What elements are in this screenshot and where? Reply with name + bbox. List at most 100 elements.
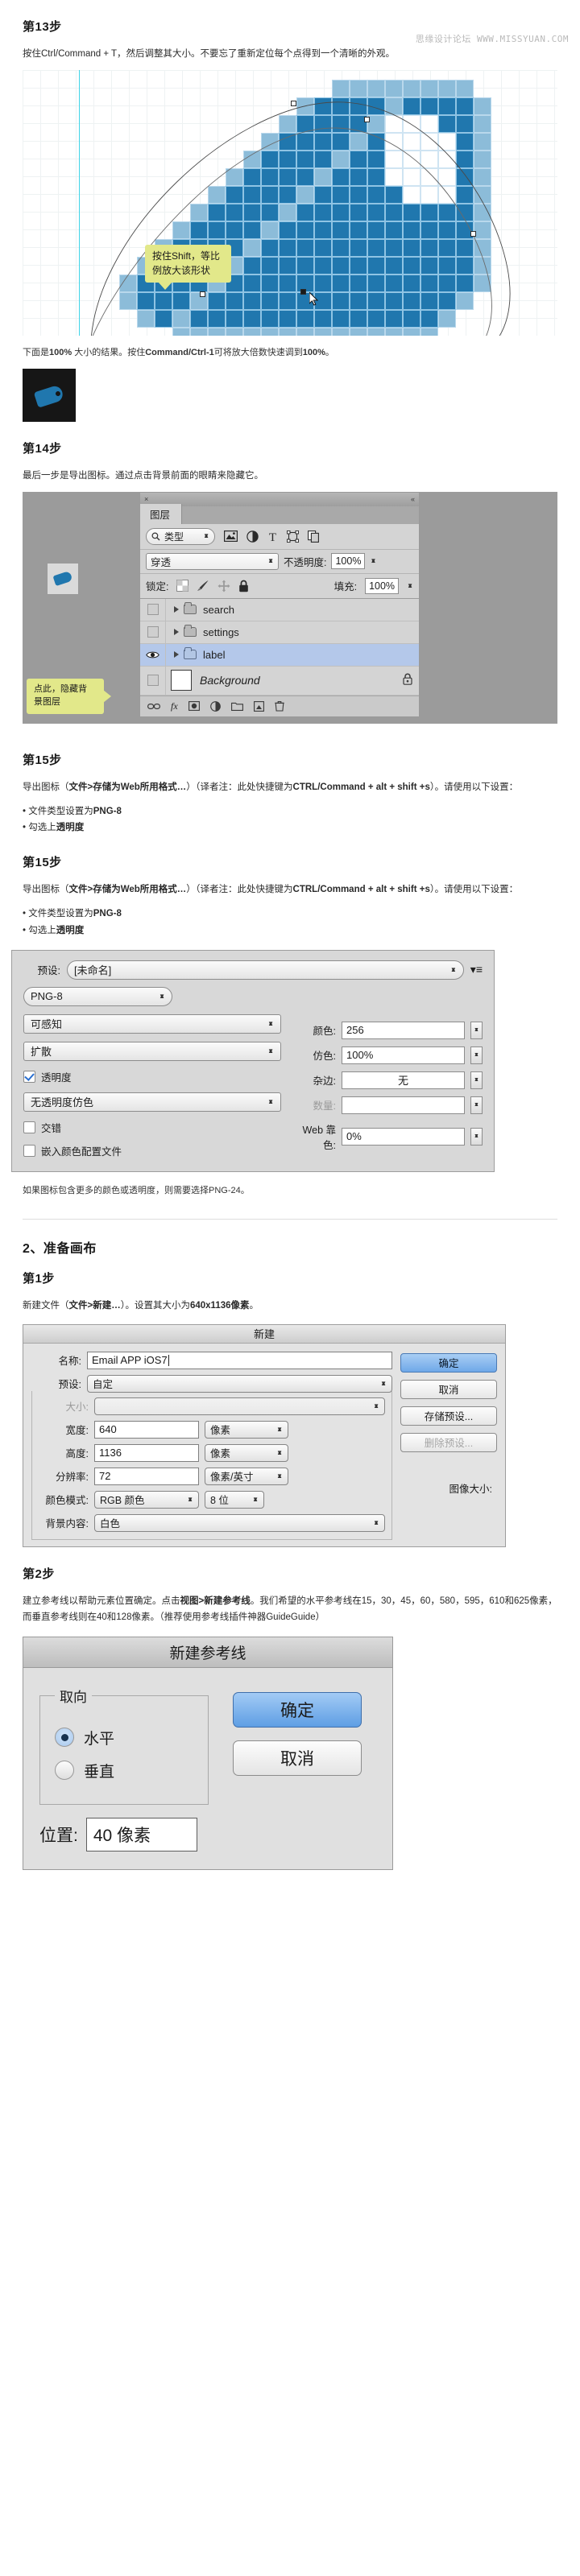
position-input[interactable]: 40 像素 bbox=[85, 1817, 197, 1852]
visibility-toggle-label[interactable] bbox=[140, 643, 166, 666]
preset-select[interactable]: [未命名] ▲ ▼ bbox=[67, 960, 464, 980]
resolution-input[interactable]: 72 bbox=[94, 1467, 199, 1485]
dither-stepper[interactable]: ▲ ▼ bbox=[470, 1046, 483, 1064]
visibility-toggle-background[interactable] bbox=[140, 666, 166, 695]
fill-input[interactable]: 100% bbox=[365, 577, 400, 594]
expand-arrow-icon[interactable] bbox=[174, 651, 179, 658]
resolution-unit-select[interactable]: 像素/英寸 ▲ ▼ bbox=[205, 1467, 288, 1485]
link-icon[interactable] bbox=[147, 702, 160, 711]
dither-input[interactable]: 100% bbox=[342, 1046, 465, 1064]
fx-icon[interactable]: fx bbox=[171, 700, 178, 712]
matte-input[interactable]: 无 bbox=[342, 1071, 465, 1089]
smartobject-icon[interactable] bbox=[308, 530, 320, 543]
color-reduction-select[interactable]: 可感知 ▲ ▼ bbox=[23, 1013, 281, 1034]
visibility-toggle-settings[interactable] bbox=[140, 621, 166, 643]
close-icon[interactable]: × bbox=[144, 495, 148, 503]
collapse-icon[interactable]: « bbox=[411, 495, 415, 503]
horizontal-radio[interactable] bbox=[55, 1728, 74, 1748]
move-lock-icon[interactable] bbox=[218, 580, 230, 592]
ok-button[interactable]: 确定 bbox=[400, 1352, 497, 1373]
transform-handle-right[interactable] bbox=[470, 231, 476, 237]
layer-row-settings[interactable]: settings bbox=[140, 621, 419, 644]
layer-row-label[interactable]: label bbox=[140, 643, 419, 667]
vertical-radio-row[interactable]: 垂直 bbox=[55, 1760, 193, 1781]
format-select[interactable]: PNG-8 ▲ ▼ bbox=[23, 986, 172, 1006]
colors-input[interactable]: 256 bbox=[342, 1021, 465, 1039]
name-input[interactable]: Email APP iOS7 bbox=[87, 1351, 392, 1369]
image-icon[interactable] bbox=[224, 530, 238, 543]
dither-algorithm-select[interactable]: 扩散 ▲ ▼ bbox=[23, 1041, 281, 1061]
bit-depth-select[interactable]: 8 位 ▲ ▼ bbox=[205, 1490, 264, 1509]
preset-select[interactable]: 自定 ▲ ▼ bbox=[87, 1374, 392, 1393]
type-icon[interactable]: T bbox=[267, 530, 278, 543]
web-snap-input[interactable]: 0% bbox=[342, 1127, 465, 1146]
tag-pixel bbox=[279, 221, 296, 240]
interlaced-checkbox-row[interactable]: 交错 bbox=[23, 1120, 281, 1135]
tag-pixel bbox=[172, 292, 190, 311]
tag-pixel bbox=[243, 328, 261, 336]
width-unit-value: 像素 bbox=[210, 1425, 231, 1436]
width-value: 640 bbox=[99, 1423, 117, 1435]
tag-pixel bbox=[456, 97, 474, 116]
tag-pixel bbox=[474, 204, 491, 222]
background-select[interactable]: 白色 ▲ ▼ bbox=[94, 1513, 385, 1532]
trash-icon[interactable] bbox=[274, 700, 284, 712]
layer-row-search[interactable]: search bbox=[140, 598, 419, 621]
transparency-dither-select[interactable]: 无透明度仿色 ▲ ▼ bbox=[23, 1092, 281, 1112]
height-input[interactable]: 1136 bbox=[94, 1443, 199, 1462]
new-layer-icon[interactable] bbox=[253, 700, 264, 712]
transform-handle-top[interactable] bbox=[291, 101, 296, 107]
tag-pixel bbox=[332, 292, 350, 311]
transparency-checkbox-row[interactable]: 透明度 bbox=[23, 1069, 281, 1084]
tag-pixel bbox=[456, 186, 474, 204]
tab-layers[interactable]: 图层 bbox=[140, 503, 183, 524]
width-input[interactable]: 640 bbox=[94, 1420, 199, 1439]
web-snap-stepper[interactable]: ▲ ▼ bbox=[470, 1127, 483, 1146]
visibility-toggle-search[interactable] bbox=[140, 598, 166, 621]
transform-handle-topright[interactable] bbox=[364, 117, 370, 123]
vertical-radio[interactable] bbox=[55, 1761, 74, 1781]
mouse-cursor-icon bbox=[309, 292, 319, 306]
height-unit-select[interactable]: 像素 ▲ ▼ bbox=[205, 1443, 288, 1462]
step-2-body: 建立参考线以帮助元素位置确定。点击视图>新建参考线。我们希望的水平参考线在15，… bbox=[23, 1596, 557, 1622]
tag-pixel bbox=[438, 204, 456, 222]
guide-cancel-button[interactable]: 取消 bbox=[233, 1740, 362, 1776]
horizontal-radio-row[interactable]: 水平 bbox=[55, 1727, 193, 1748]
brush-lock-icon[interactable] bbox=[197, 580, 209, 592]
height-label: 高度: bbox=[65, 1448, 89, 1459]
mask-icon[interactable] bbox=[188, 701, 200, 712]
transform-handle-bottom[interactable] bbox=[200, 291, 205, 298]
save-preset-button[interactable]: 存储预设... bbox=[400, 1406, 497, 1426]
group-icon[interactable] bbox=[230, 701, 243, 712]
opacity-input[interactable]: 100% bbox=[331, 553, 366, 570]
matte-stepper[interactable]: ▲ ▼ bbox=[470, 1071, 483, 1089]
transform-handle-active[interactable] bbox=[300, 289, 306, 295]
blend-mode-select[interactable]: 穿透 ▲ ▼ bbox=[146, 552, 279, 570]
guide-ok-button[interactable]: 确定 bbox=[233, 1691, 362, 1728]
width-unit-select[interactable]: 像素 ▲ ▼ bbox=[205, 1420, 288, 1439]
lock-row: 锁定: 填充: 100% ▲ ▼ bbox=[140, 572, 419, 598]
tag-pixel bbox=[243, 292, 261, 311]
embed-profile-checkbox[interactable] bbox=[23, 1144, 35, 1157]
adjustment-icon[interactable] bbox=[209, 701, 221, 712]
tag-pixel bbox=[350, 80, 367, 98]
embed-profile-checkbox-row[interactable]: 嵌入颜色配置文件 bbox=[23, 1143, 281, 1158]
color-mode-select[interactable]: RGB 颜色 ▲ ▼ bbox=[94, 1490, 199, 1509]
transparency-checkbox[interactable] bbox=[23, 1070, 35, 1083]
shape-icon[interactable] bbox=[287, 530, 299, 543]
interlaced-checkbox[interactable] bbox=[23, 1121, 35, 1133]
all-lock-icon[interactable] bbox=[238, 580, 249, 592]
layer-row-background[interactable]: Background bbox=[140, 666, 419, 696]
colors-value: 256 bbox=[346, 1024, 364, 1037]
adjustment-icon[interactable] bbox=[246, 530, 259, 543]
expand-arrow-icon[interactable] bbox=[174, 606, 179, 613]
colors-stepper[interactable]: ▲ ▼ bbox=[470, 1021, 483, 1039]
transparency-lock-icon[interactable] bbox=[176, 580, 189, 592]
filter-type-select[interactable]: 类型 ▲ ▼ bbox=[146, 527, 215, 545]
vertical-guide bbox=[79, 70, 80, 336]
cancel-button[interactable]: 取消 bbox=[400, 1379, 497, 1399]
tag-pixel bbox=[137, 292, 155, 311]
format-value: PNG-8 bbox=[31, 990, 63, 1003]
panel-menu-icon[interactable]: ▾≡ bbox=[470, 963, 483, 976]
expand-arrow-icon[interactable] bbox=[174, 629, 179, 636]
